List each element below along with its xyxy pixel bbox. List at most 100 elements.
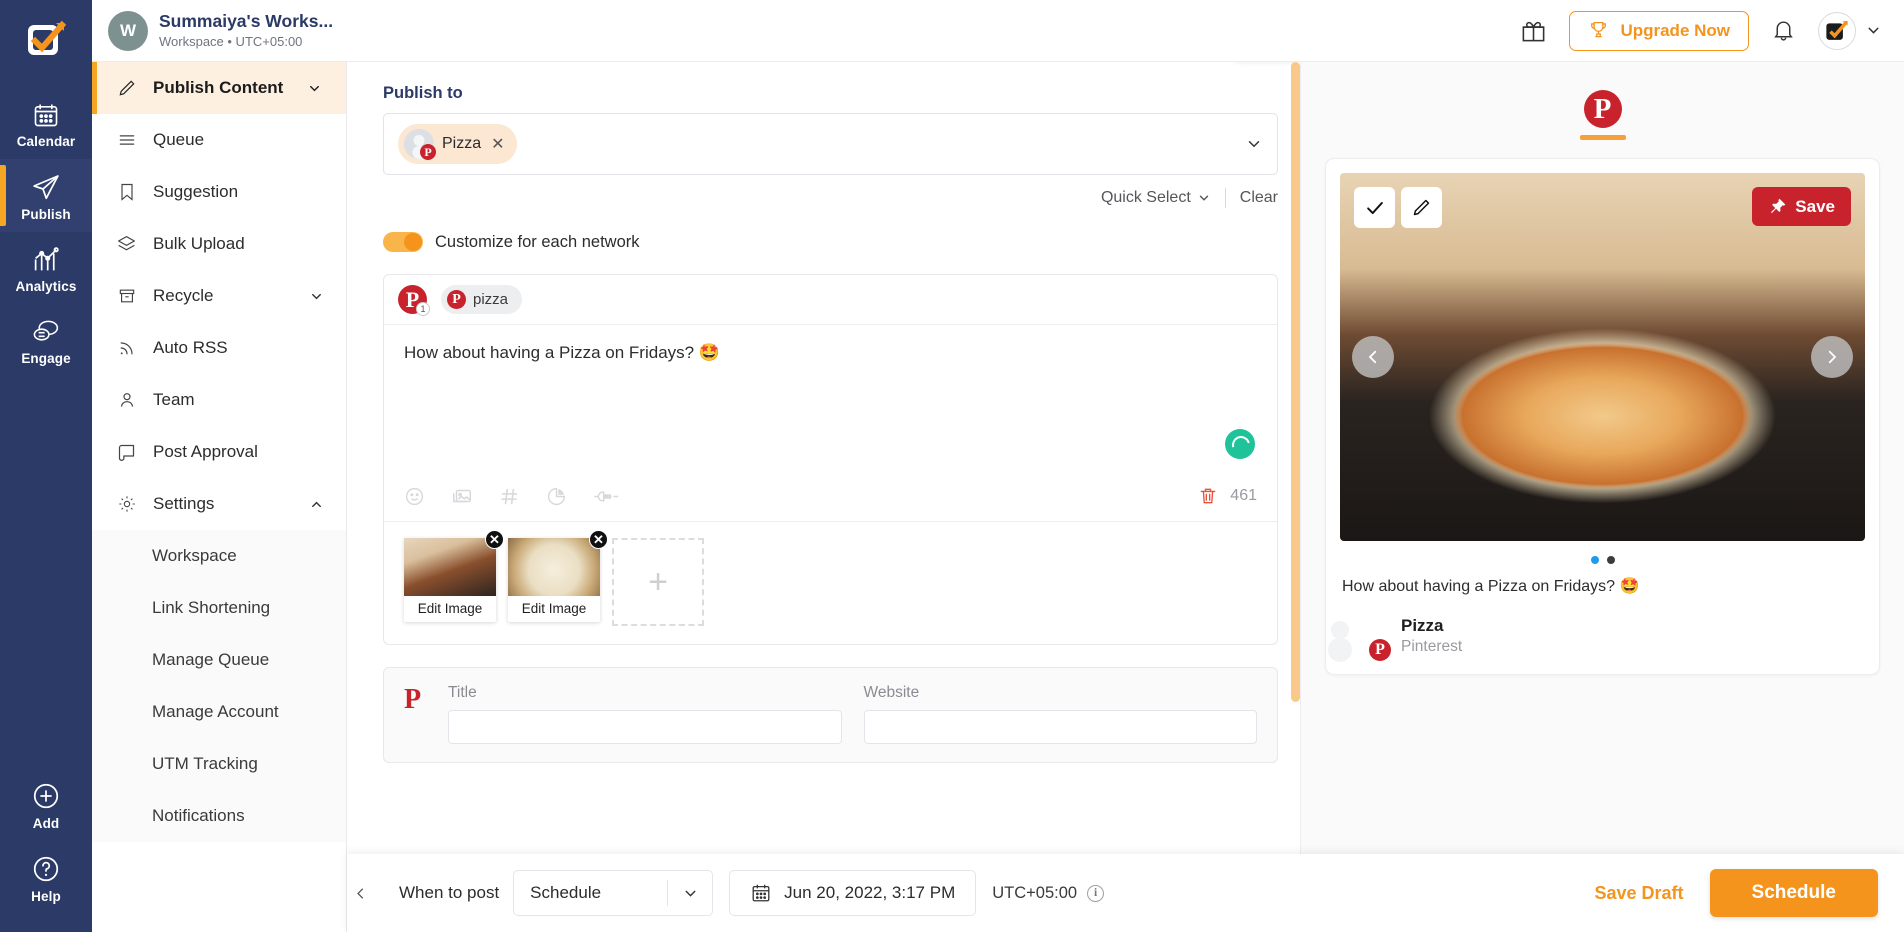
gift-icon[interactable] [1520, 17, 1547, 44]
close-icon[interactable]: ✕ [485, 530, 504, 549]
carousel-prev-button[interactable] [1352, 336, 1394, 378]
preview-account-network: Pinterest [1401, 638, 1462, 656]
save-label: Save [1795, 197, 1835, 217]
nav-label: Settings [153, 494, 214, 514]
pinterest-save-button[interactable]: Save [1752, 187, 1851, 226]
workspace-subtitle: Workspace • UTC+05:00 [159, 34, 333, 49]
preview-account-text: Pizza Pinterest [1401, 616, 1462, 656]
chat-bubbles-icon [32, 317, 61, 346]
preview-body: P [1301, 62, 1904, 932]
pie-chart-icon[interactable] [546, 486, 567, 507]
check-icon[interactable] [1354, 187, 1395, 228]
active-tab-underline [1580, 135, 1626, 140]
title-label: Title [448, 684, 842, 702]
emoji-icon[interactable] [404, 486, 425, 507]
chevron-up-icon[interactable] [309, 497, 324, 512]
media-image [404, 538, 496, 596]
chevron-down-icon[interactable] [309, 289, 324, 304]
plus-icon: + [648, 563, 668, 602]
customize-toggle[interactable] [383, 232, 423, 252]
secondary-nav: W Summaiya's Works... Workspace • UTC+05… [92, 0, 347, 932]
nav-item-post-approval[interactable]: Post Approval [92, 426, 346, 478]
bell-icon[interactable] [1771, 18, 1796, 43]
sidebar-item-manage-queue[interactable]: Manage Queue [92, 634, 346, 686]
rail-item-help[interactable]: Help [0, 841, 92, 914]
preview-image [1340, 173, 1865, 541]
close-icon[interactable]: ✕ [491, 134, 504, 154]
carousel-dots [1340, 541, 1865, 574]
user-icon [116, 390, 137, 410]
quick-select-button[interactable]: Quick Select [1101, 189, 1211, 207]
workspace-name: Summaiya's Works... [159, 12, 333, 32]
publish-to-select[interactable]: P Pizza ✕ [383, 113, 1278, 175]
chevron-down-icon[interactable] [1245, 135, 1263, 153]
bottom-action-bar: When to post Schedule Jun 20, 2022, 3:17… [347, 854, 1904, 932]
nav-item-bulk-upload[interactable]: Bulk Upload [92, 218, 346, 270]
pinterest-meta-card: P Title Website [383, 667, 1278, 763]
schedule-date-picker[interactable]: Jun 20, 2022, 3:17 PM [729, 870, 976, 916]
user-menu[interactable] [1818, 12, 1882, 50]
chevron-down-icon [668, 885, 712, 902]
sidebar-item-utm-tracking[interactable]: UTM Tracking [92, 738, 346, 790]
hashtag-icon[interactable] [499, 486, 520, 507]
add-media-button[interactable]: + [612, 538, 704, 626]
nav-item-suggestion[interactable]: Suggestion [92, 166, 346, 218]
nav-item-settings[interactable]: Settings [92, 478, 346, 530]
nav-item-queue[interactable]: Queue [92, 114, 346, 166]
app-root: Calendar Publish Analytics [0, 0, 1904, 932]
info-icon[interactable]: i [1087, 885, 1104, 902]
chevron-left-icon[interactable] [347, 867, 373, 919]
image-icon[interactable] [451, 485, 473, 507]
rail-primary-items: Calendar Publish Analytics [0, 88, 92, 376]
composer-account-tab[interactable]: P pizza [441, 285, 522, 314]
website-label: Website [864, 684, 1258, 702]
media-thumbnail[interactable]: Edit Image ✕ [508, 538, 600, 622]
sidebar-item-workspace[interactable]: Workspace [92, 530, 346, 582]
pin-icon [1768, 197, 1787, 216]
selected-account-chip[interactable]: P Pizza ✕ [398, 124, 517, 164]
close-icon[interactable]: ✕ [589, 530, 608, 549]
preview-tab-pinterest[interactable]: P [1580, 90, 1626, 140]
sidebar-item-link-shortening[interactable]: Link Shortening [92, 582, 346, 634]
pencil-icon[interactable] [1401, 187, 1442, 228]
nav-label: Recycle [153, 286, 213, 306]
nav-item-auto-rss[interactable]: Auto RSS [92, 322, 346, 374]
carousel-next-button[interactable] [1811, 336, 1853, 378]
rail-item-add[interactable]: Add [0, 768, 92, 841]
title-input[interactable] [448, 710, 842, 744]
nav-item-team[interactable]: Team [92, 374, 346, 426]
carousel-dot[interactable] [1607, 556, 1615, 564]
composer-textarea[interactable]: How about having a Pizza on Fridays? 🤩 [384, 325, 1277, 477]
preview-image-carousel: Save [1340, 173, 1865, 541]
clear-button[interactable]: Clear [1240, 189, 1278, 207]
chevron-down-icon[interactable] [307, 81, 322, 96]
upgrade-now-button[interactable]: Upgrade Now [1569, 11, 1749, 51]
scrollbar-thumb[interactable] [1291, 62, 1300, 702]
plug-icon[interactable] [593, 486, 623, 507]
rail-item-calendar[interactable]: Calendar [0, 88, 92, 159]
nav-item-recycle[interactable]: Recycle [92, 270, 346, 322]
avatar: P [404, 129, 434, 159]
schedule-type-select[interactable]: Schedule [513, 870, 713, 916]
workspace-text: Summaiya's Works... Workspace • UTC+05:0… [159, 12, 333, 49]
nav-item-publish-content[interactable]: Publish Content [92, 62, 346, 114]
sidebar-item-manage-account[interactable]: Manage Account [92, 686, 346, 738]
rail-item-engage[interactable]: Engage [0, 304, 92, 376]
sub-label: Manage Account [152, 702, 279, 722]
website-input[interactable] [864, 710, 1258, 744]
carousel-dot[interactable] [1591, 556, 1599, 564]
pinterest-icon[interactable]: P 1 [398, 285, 427, 314]
paper-plane-icon [31, 172, 61, 202]
schedule-type-value: Schedule [530, 883, 601, 903]
trash-icon[interactable] [1198, 486, 1218, 506]
sub-label: Manage Queue [152, 650, 269, 670]
app-logo[interactable] [24, 18, 68, 62]
media-thumbnail[interactable]: Edit Image ✕ [404, 538, 496, 622]
rail-bottom-items: Add Help [0, 768, 92, 932]
save-draft-button[interactable]: Save Draft [1594, 883, 1683, 904]
rail-item-analytics[interactable]: Analytics [0, 232, 92, 304]
schedule-button[interactable]: Schedule [1710, 869, 1878, 917]
sidebar-item-notifications[interactable]: Notifications [92, 790, 346, 842]
archive-icon [116, 286, 137, 306]
rail-item-publish[interactable]: Publish [0, 159, 92, 232]
